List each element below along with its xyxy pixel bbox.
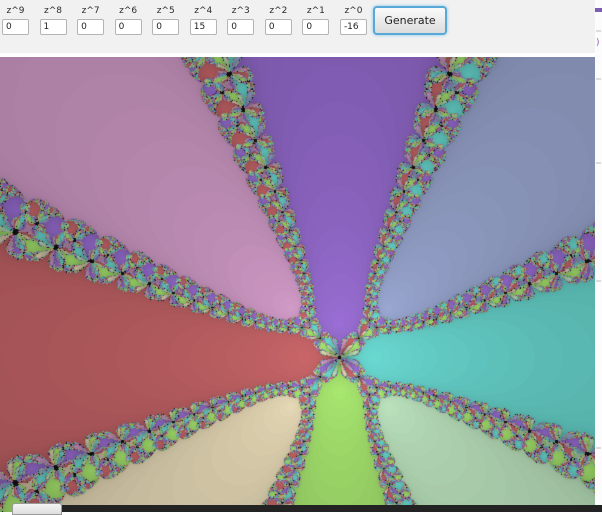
bottom-window-bar	[62, 505, 602, 512]
coeff-input-z7[interactable]	[77, 19, 105, 35]
coeff-label-z5: z^5	[156, 6, 175, 16]
coeff-input-z3[interactable]	[227, 19, 255, 35]
coeff-input-z2[interactable]	[264, 19, 292, 35]
coeff-field-z0: z^0	[339, 6, 367, 35]
coeff-input-z5[interactable]	[152, 19, 180, 35]
coeff-label-z4: z^4	[194, 6, 213, 16]
background-window-tick	[596, 280, 601, 282]
coeff-field-z1: z^1	[302, 6, 330, 35]
background-window-tick	[596, 447, 601, 449]
coefficient-toolbar: z^9 z^8 z^7 z^6 z^5 z^4 z^3 z^2 z^1 z^0 Generate	[0, 0, 595, 53]
coeff-input-z6[interactable]	[114, 19, 142, 35]
fractal-canvas[interactable]	[0, 57, 595, 512]
coeff-label-z1: z^1	[306, 6, 325, 16]
coeff-field-z7: z^7	[77, 6, 105, 35]
coeff-label-z2: z^2	[269, 6, 288, 16]
coeff-label-z0: z^0	[344, 6, 363, 16]
background-window-glyph: )	[596, 38, 600, 48]
coeff-label-z9: z^9	[6, 6, 25, 16]
coeff-label-z3: z^3	[231, 6, 250, 16]
coeff-field-z8: z^8	[39, 6, 67, 35]
coeff-label-z7: z^7	[81, 6, 100, 16]
generate-button[interactable]: Generate	[373, 6, 447, 35]
coeff-field-z3: z^3	[227, 6, 255, 35]
coeff-field-z5: z^5	[152, 6, 180, 35]
coeff-label-z6: z^6	[119, 6, 138, 16]
background-window-accent	[595, 8, 602, 12]
coeff-field-z4: z^4	[189, 6, 217, 35]
coeff-field-z6: z^6	[114, 6, 142, 35]
coeff-label-z8: z^8	[44, 6, 63, 16]
coeff-input-z9[interactable]	[2, 19, 29, 35]
background-window-tick	[596, 30, 601, 32]
background-window-edge: )	[595, 0, 602, 512]
coeff-input-z1[interactable]	[302, 19, 330, 35]
coeff-input-z4[interactable]	[189, 19, 217, 35]
coeff-input-z8[interactable]	[39, 19, 67, 35]
coeff-field-z2: z^2	[264, 6, 292, 35]
background-window-tick	[596, 162, 601, 164]
coeff-field-z9: z^9	[2, 7, 29, 35]
coeff-input-z0[interactable]	[339, 19, 367, 35]
background-window-tick	[596, 78, 601, 80]
bottom-left-button[interactable]	[12, 503, 62, 515]
